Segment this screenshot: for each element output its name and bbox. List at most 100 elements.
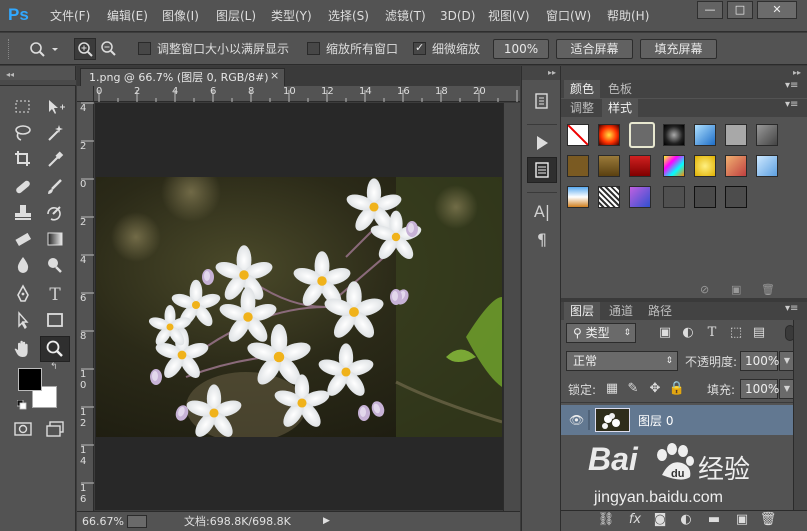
scrubby-zoom-checkbox[interactable]: [413, 41, 426, 55]
lock-transparent-icon[interactable]: ▦: [603, 380, 621, 398]
style-swatch[interactable]: [598, 124, 620, 146]
clone-stamp-tool-icon[interactable]: [10, 202, 36, 226]
restore-button[interactable]: □: [727, 1, 753, 19]
canvas-vertical-scrollbar[interactable]: [503, 103, 520, 511]
properties-panel-icon[interactable]: [527, 157, 557, 183]
foreground-color-swatch[interactable]: [18, 368, 42, 391]
ruler-origin[interactable]: [77, 86, 94, 102]
history-panel-icon[interactable]: [529, 90, 555, 114]
tab-layers[interactable]: 图层: [564, 302, 601, 320]
lock-all-icon[interactable]: 🔒: [668, 380, 686, 398]
new-adjustment-icon[interactable]: ◐: [677, 511, 695, 529]
zoom-level[interactable]: 66.67%: [82, 512, 124, 531]
screen-mode-icon[interactable]: [42, 418, 68, 442]
actual-pixels-button[interactable]: 100%: [493, 39, 549, 59]
zoom-in-icon[interactable]: [74, 38, 96, 60]
quick-mask-icon[interactable]: [10, 418, 36, 442]
healing-brush-tool-icon[interactable]: [10, 176, 36, 200]
menu-image[interactable]: 图像(I): [162, 0, 199, 32]
strip-collapse-icon[interactable]: ▸▸: [522, 66, 560, 80]
zoom-all-windows-checkbox[interactable]: [307, 42, 320, 55]
pen-tool-icon[interactable]: [10, 283, 36, 307]
style-swatch-selected[interactable]: [629, 122, 655, 148]
default-colors-icon[interactable]: [16, 399, 27, 410]
style-swatch[interactable]: [598, 155, 620, 177]
minimize-button[interactable]: —: [697, 1, 723, 19]
tab-color[interactable]: 颜色: [564, 80, 601, 98]
path-selection-tool-icon[interactable]: [10, 309, 36, 333]
filter-smart-object-icon[interactable]: ▤: [750, 324, 768, 342]
new-layer-icon[interactable]: ▣: [733, 511, 751, 529]
hand-tool-icon[interactable]: [10, 338, 36, 362]
close-window-button[interactable]: ✕: [757, 1, 797, 19]
move-tool-icon[interactable]: [42, 96, 68, 120]
rectangle-tool-icon[interactable]: [42, 309, 68, 333]
resize-windows-checkbox[interactable]: [138, 42, 151, 55]
eyedropper-tool-icon[interactable]: [42, 148, 68, 172]
magic-wand-tool-icon[interactable]: [42, 122, 68, 146]
blend-mode-select[interactable]: 正常 ⇕: [566, 351, 678, 371]
document-tab[interactable]: 1.png @ 66.7% (图层 0, RGB/8#): [80, 68, 285, 86]
clear-style-icon[interactable]: ⊘: [700, 283, 709, 296]
marquee-tool-icon[interactable]: [10, 96, 36, 120]
tab-channels[interactable]: 通道: [603, 302, 639, 320]
menu-help[interactable]: 帮助(H): [607, 0, 649, 32]
fill-screen-button[interactable]: 填充屏幕: [640, 39, 717, 59]
style-swatch[interactable]: [663, 155, 685, 177]
layers-panel-menu-icon[interactable]: ▾≡: [785, 303, 798, 314]
menu-view[interactable]: 视图(V): [488, 0, 530, 32]
filter-pixel-icon[interactable]: ▣: [656, 324, 674, 342]
style-swatch[interactable]: [694, 155, 716, 177]
actions-panel-icon[interactable]: [529, 132, 555, 156]
fill-input[interactable]: 100%: [740, 379, 779, 399]
crop-tool-icon[interactable]: [10, 148, 36, 172]
history-brush-tool-icon[interactable]: [42, 202, 68, 226]
filter-shape-icon[interactable]: ⬚: [727, 324, 745, 342]
style-swatch[interactable]: [567, 186, 589, 208]
zoom-out-icon[interactable]: [98, 38, 120, 60]
tab-swatches[interactable]: 色板: [602, 80, 638, 98]
lasso-tool-icon[interactable]: [10, 122, 36, 146]
filter-adjustment-icon[interactable]: ◐: [679, 324, 697, 342]
character-panel-icon[interactable]: A|: [529, 200, 555, 224]
menu-edit[interactable]: 编辑(E): [107, 0, 148, 32]
fit-screen-button[interactable]: 适合屏幕: [556, 39, 633, 59]
menu-filter[interactable]: 滤镜(T): [385, 0, 426, 32]
color-panel-menu-icon[interactable]: ▾≡: [785, 80, 798, 91]
style-swatch[interactable]: [629, 155, 651, 177]
add-style-icon[interactable]: fx: [626, 511, 644, 529]
menu-select[interactable]: 选择(S): [328, 0, 369, 32]
style-swatch[interactable]: [694, 186, 716, 208]
eraser-tool-icon[interactable]: [10, 228, 36, 252]
new-group-icon[interactable]: ▬: [705, 511, 723, 529]
delete-style-icon[interactable]: 🗑: [761, 283, 775, 296]
filter-type-icon[interactable]: T: [703, 324, 721, 342]
tab-paths[interactable]: 路径: [642, 302, 678, 320]
menu-file[interactable]: 文件(F): [50, 0, 90, 32]
tab-adjustments[interactable]: 调整: [564, 99, 600, 117]
status-menu-arrow-icon[interactable]: ▶: [323, 512, 330, 531]
style-swatch[interactable]: [663, 124, 685, 146]
zoom-tool-icon[interactable]: [40, 336, 70, 362]
style-swatch[interactable]: [725, 186, 747, 208]
lock-position-icon[interactable]: ✥: [646, 380, 664, 398]
layers-scrollbar[interactable]: [793, 320, 807, 510]
zoom-tool-preset-icon[interactable]: [26, 38, 60, 60]
dodge-tool-icon[interactable]: [42, 254, 68, 278]
brush-tool-icon[interactable]: [42, 176, 68, 200]
lock-pixels-icon[interactable]: ✎: [624, 380, 642, 398]
status-preview-icon[interactable]: [127, 515, 147, 528]
dock-collapse-icon[interactable]: ▸▸: [561, 66, 807, 80]
style-swatch[interactable]: [756, 124, 778, 146]
layer-kind-filter[interactable]: ⚲ 类型 ⇕: [566, 323, 636, 343]
styles-panel-menu-icon[interactable]: ▾≡: [785, 99, 798, 110]
link-layers-icon[interactable]: ⛓: [597, 511, 615, 529]
style-swatch-none[interactable]: [567, 124, 589, 146]
menu-window[interactable]: 窗口(W): [546, 0, 591, 32]
opacity-input[interactable]: 100%: [740, 351, 779, 371]
menu-type[interactable]: 类型(Y): [271, 0, 312, 32]
delete-layer-icon[interactable]: 🗑: [759, 511, 777, 529]
style-swatch[interactable]: [598, 186, 620, 208]
style-swatch[interactable]: [567, 155, 589, 177]
blur-tool-icon[interactable]: [10, 254, 36, 278]
